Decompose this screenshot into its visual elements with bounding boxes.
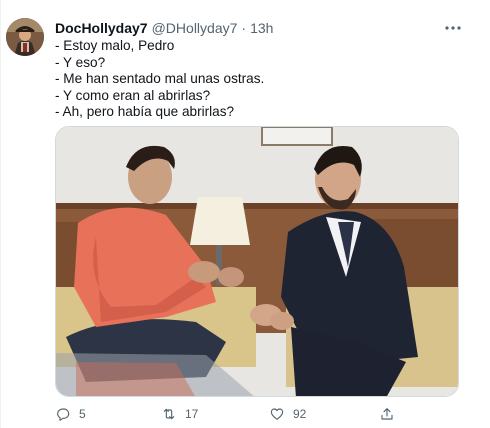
tweet-line: - Y como eran al abrirlas? (55, 87, 211, 103)
timestamp[interactable]: 13h (250, 20, 273, 36)
display-name[interactable]: DocHollyday7 (55, 20, 148, 36)
photo-image (56, 127, 458, 396)
reply-button[interactable]: 5 (55, 403, 86, 425)
tweet-header: DocHollyday7 @DHollyday7 · 13h (55, 19, 273, 37)
tweet-card[interactable]: DocHollyday7 @DHollyday7 · 13h - Estoy m… (0, 0, 490, 428)
reply-icon (57, 408, 70, 421)
like-button[interactable]: 92 (269, 403, 306, 425)
tweet-text: - Estoy malo, Pedro - Y eso? - Me han se… (55, 38, 455, 121)
heart-icon (270, 408, 284, 420)
reply-count: 5 (79, 407, 86, 421)
user-handle[interactable]: @DHollyday7 (152, 20, 238, 36)
tweet-line: - Ah, pero había que abrirlas? (55, 104, 235, 120)
share-icon (381, 408, 393, 420)
like-count: 92 (293, 407, 307, 421)
avatar-image (6, 18, 44, 56)
separator-dot: · (241, 20, 247, 36)
tweet-actions: 5 17 92 (55, 403, 459, 425)
ellipsis-icon[interactable] (442, 18, 464, 38)
share-button[interactable] (379, 403, 403, 425)
avatar[interactable] (6, 18, 44, 56)
tweet-line: - Y eso? (55, 54, 106, 70)
tweet-line: - Me han sentado mal unas ostras. (55, 71, 265, 87)
tweet-line: - Estoy malo, Pedro (55, 38, 175, 53)
retweet-count: 17 (185, 407, 199, 421)
tweet-photo[interactable] (55, 126, 459, 397)
retweet-icon (163, 408, 175, 420)
retweet-button[interactable]: 17 (161, 403, 198, 425)
